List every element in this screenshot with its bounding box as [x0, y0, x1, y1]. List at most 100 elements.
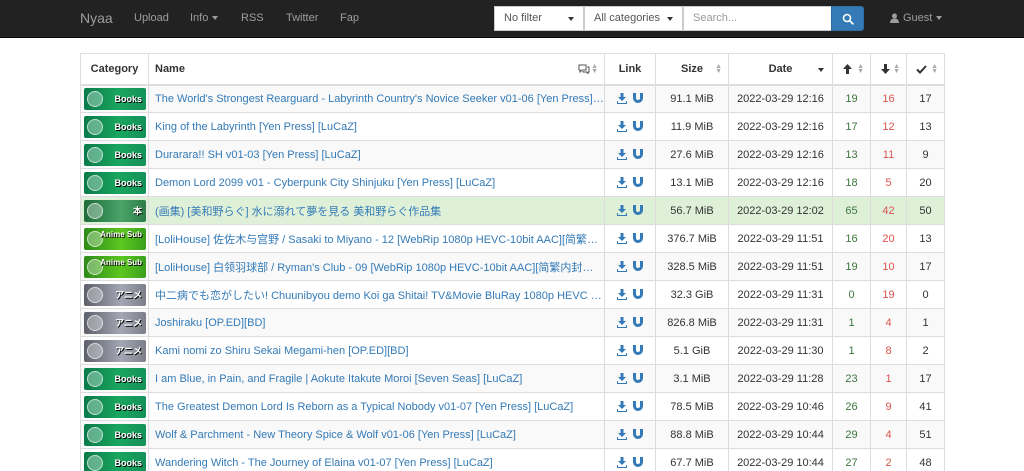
download-icon[interactable]: [617, 401, 627, 413]
search-button[interactable]: [831, 6, 864, 31]
magnet-icon[interactable]: [633, 93, 643, 104]
category-badge[interactable]: Books: [84, 451, 146, 471]
user-menu[interactable]: Guest: [890, 0, 943, 38]
magnet-icon[interactable]: [633, 205, 643, 216]
name-cell: The Greatest Demon Lord Is Reborn as a T…: [148, 392, 605, 421]
nav-twitter[interactable]: Twitter: [286, 0, 318, 38]
magnet-icon[interactable]: [633, 429, 643, 440]
magnet-icon[interactable]: [633, 233, 643, 244]
header-leechers[interactable]: ▲ ▼: [870, 53, 907, 86]
category-badge[interactable]: Anime Sub: [84, 255, 146, 278]
completed-cell: 2: [906, 336, 945, 365]
category-badge[interactable]: Books: [84, 367, 146, 390]
category-badge[interactable]: Books: [84, 395, 146, 418]
header-date-label: Date: [768, 62, 793, 75]
category-badge[interactable]: Books: [84, 171, 146, 194]
category-cell: Books: [80, 392, 149, 421]
magnet-icon[interactable]: [633, 289, 643, 300]
torrent-title-link[interactable]: Kami nomi zo Shiru Sekai Megami-hen [OP.…: [155, 345, 604, 357]
category-select[interactable]: All categories: [584, 6, 683, 31]
download-icon[interactable]: [617, 149, 627, 161]
torrent-title-link[interactable]: The World's Strongest Rearguard - Labyri…: [155, 93, 604, 105]
date-cell: 2022-03-29 11:51: [728, 224, 833, 253]
download-icon[interactable]: [617, 373, 627, 385]
magnet-icon[interactable]: [633, 149, 643, 160]
torrent-title-link[interactable]: [LoliHouse] 佐佐木与宫野 / Sasaki to Miyano - …: [155, 231, 604, 247]
download-icon[interactable]: [617, 121, 627, 133]
link-cell: [604, 224, 656, 253]
category-badge[interactable]: Anime Sub: [84, 227, 146, 250]
download-icon[interactable]: [617, 345, 627, 357]
header-name[interactable]: Name ▲ ▼: [148, 53, 605, 86]
download-icon[interactable]: [617, 457, 627, 469]
nav-rss[interactable]: RSS: [241, 0, 264, 38]
category-badge[interactable]: Books: [84, 143, 146, 166]
torrent-title-link[interactable]: 中二病でも恋がしたい! Chuunibyou demo Koi ga Shita…: [155, 287, 604, 303]
arrow-down-icon: [881, 64, 890, 74]
search-input[interactable]: Search...: [683, 6, 832, 31]
torrent-table: Category Name ▲ ▼ Link Size ▲ ▼ Date ▲ ▼ ▲ ▼: [80, 53, 945, 471]
magnet-icon[interactable]: [633, 261, 643, 272]
torrent-title-link[interactable]: Joshiraku [OP.ED][BD]: [155, 317, 604, 329]
nav-info[interactable]: Info: [190, 0, 219, 38]
magnet-icon[interactable]: [633, 401, 643, 412]
category-badge[interactable]: Books: [84, 115, 146, 138]
magnet-icon[interactable]: [633, 317, 643, 328]
category-badge[interactable]: Books: [84, 423, 146, 446]
torrent-title-link[interactable]: (画集) [美和野らぐ] 水に溺れて夢を見る 美和野らぐ作品集: [155, 203, 604, 219]
date-cell: 2022-03-29 11:31: [728, 280, 833, 309]
category-cell: Books: [80, 448, 149, 471]
category-badge[interactable]: アニメ: [84, 339, 146, 362]
torrent-title-link[interactable]: Demon Lord 2099 v01 - Cyberpunk City Shi…: [155, 177, 604, 189]
category-badge[interactable]: アニメ: [84, 311, 146, 334]
size-cell: 11.9 MiB: [655, 112, 729, 141]
filter-select[interactable]: No filter: [494, 6, 584, 31]
magnet-icon[interactable]: [633, 373, 643, 384]
download-icon[interactable]: [617, 289, 627, 301]
torrent-title-link[interactable]: Wolf & Parchment - New Theory Spice & Wo…: [155, 429, 604, 441]
check-icon: [916, 65, 927, 74]
torrent-title-link[interactable]: King of the Labyrinth [Yen Press] [LuCaZ…: [155, 121, 604, 133]
category-emblem-icon: [87, 454, 103, 471]
category-badge[interactable]: アニメ: [84, 283, 146, 306]
name-cell: [LoliHouse] 佐佐木与宫野 / Sasaki to Miyano - …: [148, 224, 605, 253]
header-completed[interactable]: ▲ ▼: [906, 53, 945, 86]
table-row: Books Demon Lord 2099 v01 - Cyberpunk Cit…: [80, 168, 945, 197]
download-icon[interactable]: [617, 177, 627, 189]
date-cell: 2022-03-29 10:46: [728, 392, 833, 421]
header-category[interactable]: Category: [80, 53, 149, 86]
header-date[interactable]: Date: [728, 53, 833, 86]
header-size[interactable]: Size ▲ ▼: [655, 53, 729, 86]
category-badge[interactable]: Books: [84, 87, 146, 110]
torrent-title-link[interactable]: Wandering Witch - The Journey of Elaina …: [155, 457, 604, 469]
category-cell: アニメ: [80, 336, 149, 365]
brand-logo[interactable]: Nyaa: [80, 0, 113, 38]
download-icon[interactable]: [617, 233, 627, 245]
torrent-title-link[interactable]: [LoliHouse] 白领羽球部 / Ryman's Club - 09 [W…: [155, 259, 604, 275]
magnet-icon[interactable]: [633, 177, 643, 188]
download-icon[interactable]: [617, 93, 627, 105]
download-icon[interactable]: [617, 205, 627, 217]
category-emblem-icon: [87, 342, 103, 359]
nav-upload[interactable]: Upload: [134, 0, 169, 38]
sort-icon: ▲ ▼: [931, 63, 938, 75]
size-cell: 3.1 MiB: [655, 364, 729, 393]
magnet-icon[interactable]: [633, 345, 643, 356]
category-emblem-icon: [87, 202, 103, 219]
category-badge[interactable]: 本: [84, 199, 146, 222]
header-seeders[interactable]: ▲ ▼: [832, 53, 871, 86]
magnet-icon[interactable]: [633, 457, 643, 468]
arrow-up-icon: [843, 64, 852, 74]
download-icon[interactable]: [617, 317, 627, 329]
download-icon[interactable]: [617, 261, 627, 273]
table-row: Books I am Blue, in Pain, and Fragile | A…: [80, 364, 945, 393]
download-icon[interactable]: [617, 429, 627, 441]
torrent-title-link[interactable]: The Greatest Demon Lord Is Reborn as a T…: [155, 401, 604, 413]
link-cell: [604, 252, 656, 281]
date-cell: 2022-03-29 11:28: [728, 364, 833, 393]
nav-fap[interactable]: Fap: [340, 0, 359, 38]
torrent-title-link[interactable]: I am Blue, in Pain, and Fragile | Aokute…: [155, 373, 604, 385]
magnet-icon[interactable]: [633, 121, 643, 132]
torrent-title-link[interactable]: Durarara!! SH v01-03 [Yen Press] [LuCaZ]: [155, 149, 604, 161]
completed-cell: 0: [906, 280, 945, 309]
